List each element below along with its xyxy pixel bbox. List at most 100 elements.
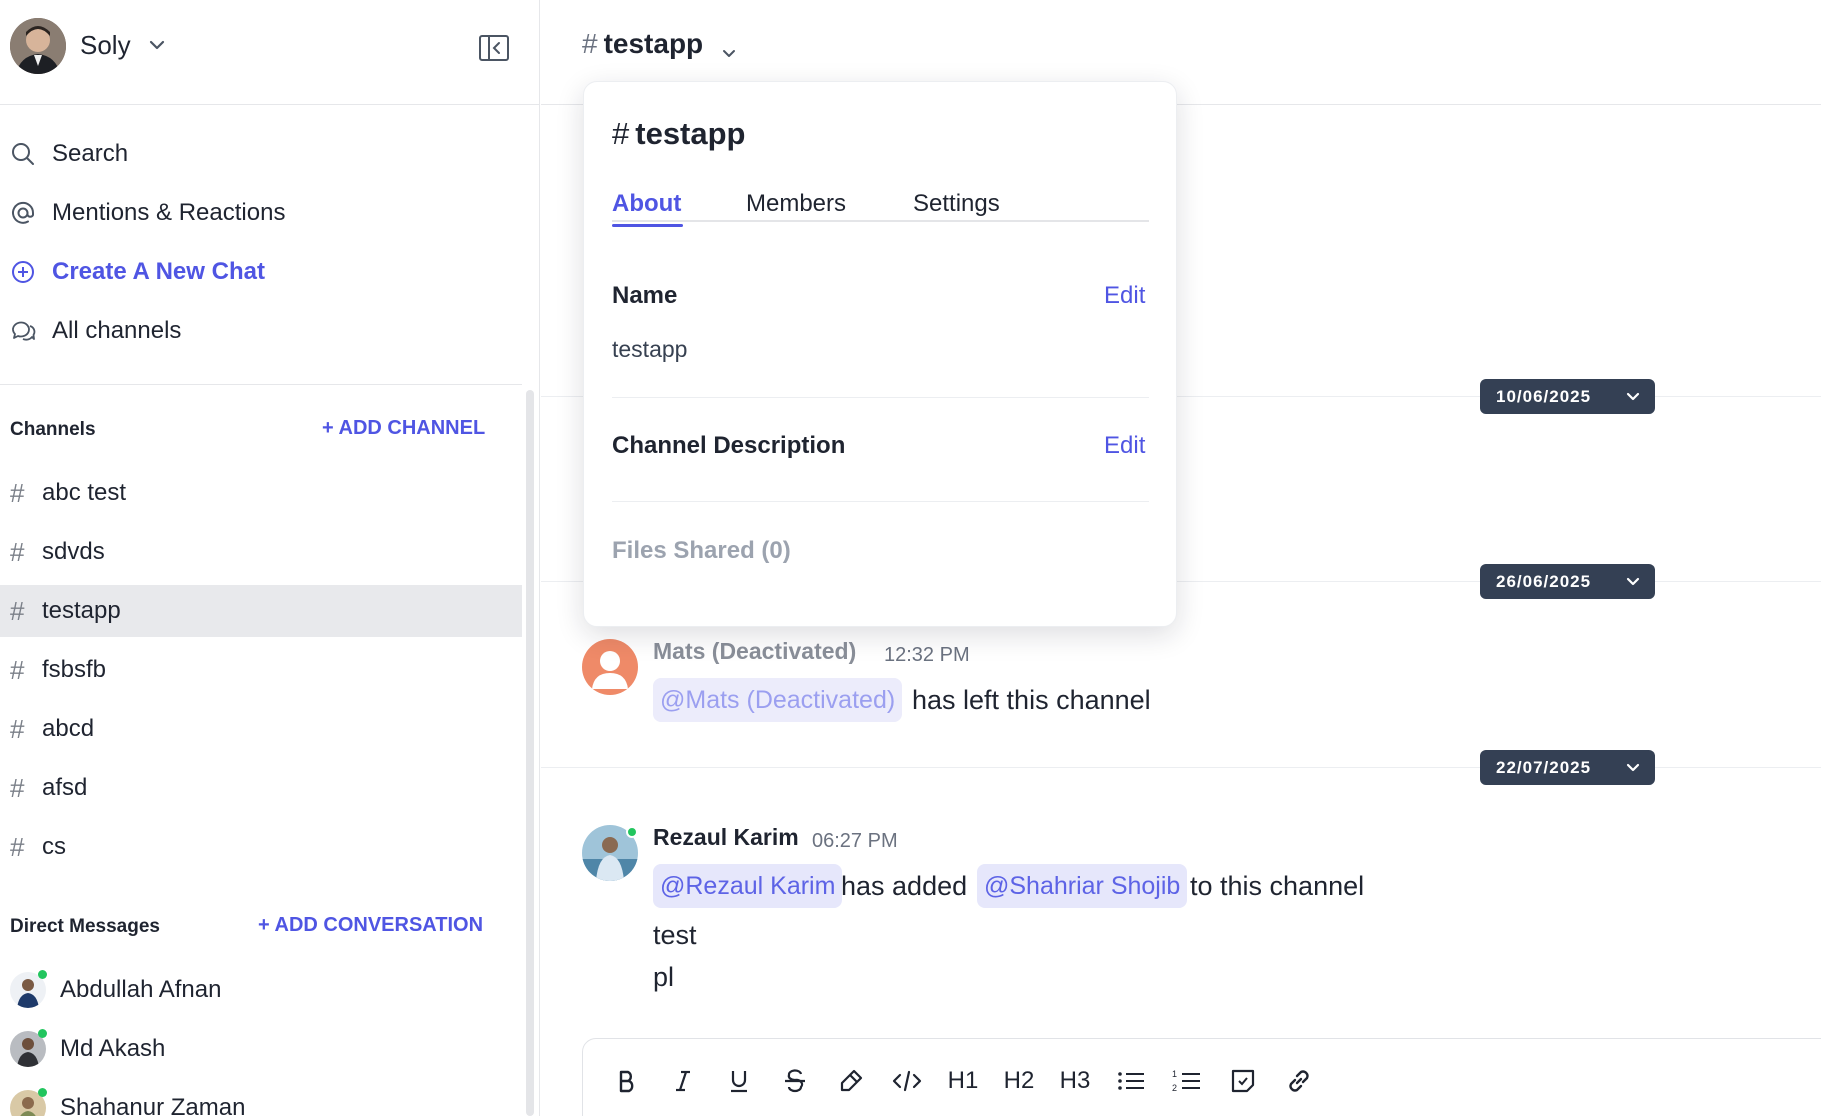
nav-search[interactable]: Search (0, 128, 520, 178)
message-author[interactable]: Rezaul Karim (653, 824, 799, 851)
online-indicator (38, 1088, 47, 1097)
numbered-list-icon: 12 (1172, 1069, 1200, 1093)
strikethrough-button[interactable] (775, 1061, 815, 1101)
bullet-list-button[interactable] (1111, 1061, 1151, 1101)
bullet-list-icon (1118, 1072, 1144, 1090)
channel-title: testapp (603, 28, 704, 59)
sidebar-item-channel[interactable]: # sdvds (0, 526, 522, 578)
add-conversation-button[interactable]: + ADD CONVERSATION (258, 914, 483, 937)
channel-name: abcd (42, 715, 95, 742)
sidebar-item-dm[interactable]: Abdullah Afnan (0, 962, 522, 1018)
bold-button[interactable] (607, 1061, 647, 1101)
link-icon (1289, 1070, 1309, 1092)
italic-icon (676, 1070, 690, 1092)
date-label: 22/07/2025 (1496, 758, 1592, 777)
highlight-button[interactable] (831, 1061, 871, 1101)
avatar[interactable] (582, 639, 638, 695)
italic-button[interactable] (663, 1061, 703, 1101)
dm-name: Abdullah Afnan (60, 976, 222, 1003)
sidebar-item-dm[interactable]: Shahanur Zaman (0, 1080, 522, 1116)
user-switcher[interactable]: Soly (0, 0, 539, 105)
description-label: Channel Description (612, 432, 846, 459)
chevron-down-icon[interactable] (719, 44, 739, 64)
numbered-list-button[interactable]: 12 (1167, 1061, 1207, 1101)
message-text: has left this channel (912, 685, 1151, 715)
plus-circle-icon (12, 261, 34, 283)
name-value: testapp (612, 336, 688, 362)
tab-about[interactable]: About (612, 190, 681, 218)
date-pill[interactable]: 22/07/2025 (1480, 750, 1655, 785)
hash-icon: # (10, 537, 25, 567)
popover-title: # testapp (612, 116, 746, 152)
popover-tabs: About Members Settings (612, 190, 1149, 227)
tab-settings[interactable]: Settings (913, 190, 1000, 218)
sidebar-item-channel[interactable]: # fsbsfb (0, 644, 522, 696)
hash-icon: # (10, 596, 25, 626)
name-label: Name (612, 282, 678, 309)
link-button[interactable] (1279, 1061, 1319, 1101)
svg-text:1: 1 (1172, 1069, 1177, 1079)
message-time: 12:32 PM (884, 644, 970, 666)
nav-all-channels[interactable]: All channels (0, 305, 520, 355)
add-channel-button[interactable]: + ADD CHANNEL (322, 417, 485, 440)
hash-icon: # (10, 655, 25, 685)
message-author[interactable]: Mats (Deactivated) (653, 638, 856, 665)
heading-3-button[interactable]: H3 (1055, 1061, 1095, 1101)
message-text: to this channel (1190, 871, 1365, 901)
heading-2-label: H2 (1003, 1067, 1035, 1094)
user-mention[interactable]: @Mats (Deactivated) (653, 678, 903, 722)
files-shared-label[interactable]: Files Shared (0) (612, 537, 791, 565)
sidebar-item-dm[interactable]: Md Akash (0, 1021, 522, 1077)
user-avatar[interactable] (10, 18, 66, 74)
tab-members[interactable]: Members (746, 190, 846, 218)
sidebar-item-channel[interactable]: # cs (0, 821, 522, 873)
sidebar-scrollbar[interactable] (526, 390, 534, 1116)
popover-divider (612, 501, 1149, 502)
hash-icon: # (612, 116, 630, 151)
code-button[interactable] (887, 1061, 927, 1101)
edit-description-button[interactable]: Edit (1104, 432, 1145, 460)
highlighter-icon (840, 1069, 863, 1092)
chat-bubbles-icon (12, 321, 36, 341)
date-label: 26/06/2025 (1496, 572, 1592, 591)
search-icon (12, 143, 34, 165)
channel-title-button[interactable]: # testapp (582, 28, 703, 60)
date-pill[interactable]: 26/06/2025 (1480, 564, 1655, 599)
sidebar-item-channel[interactable]: # afsd (0, 762, 522, 814)
nav-create-chat[interactable]: Create A New Chat (0, 246, 520, 296)
underline-button[interactable] (719, 1061, 759, 1101)
blockquote-button[interactable] (1223, 1061, 1263, 1101)
collapse-sidebar-icon[interactable] (478, 34, 510, 62)
nav-create-chat-label: Create A New Chat (52, 258, 265, 285)
channel-info-popover: # testapp About Members Settings Name Edi… (583, 81, 1177, 627)
online-indicator (38, 970, 47, 979)
user-mention[interactable]: @Shahriar Shojib (977, 864, 1188, 908)
sidebar-item-channel-active[interactable]: # testapp (0, 585, 522, 637)
chevron-down-icon[interactable] (146, 34, 168, 56)
online-indicator (38, 1029, 47, 1038)
dm-name: Shahanur Zaman (60, 1094, 246, 1116)
chevron-down-icon (1626, 577, 1640, 586)
message-editor[interactable]: H1 H2 H3 12 (582, 1038, 1821, 1116)
user-mention[interactable]: @Rezaul Karim (653, 864, 843, 908)
sidebar-item-channel[interactable]: # abcd (0, 703, 522, 755)
date-pill[interactable]: 10/06/2025 (1480, 379, 1655, 414)
heading-1-label: H1 (947, 1067, 979, 1094)
chevron-down-icon (1626, 392, 1640, 401)
popover-divider (612, 397, 1149, 398)
heading-2-button[interactable]: H2 (999, 1061, 1039, 1101)
edit-name-button[interactable]: Edit (1104, 282, 1145, 310)
message-time: 06:27 PM (812, 830, 898, 852)
user-name[interactable]: Soly (80, 30, 131, 61)
bold-icon (619, 1070, 634, 1093)
channel-name: abc test (42, 479, 127, 506)
sidebar-item-channel[interactable]: # abc test (0, 467, 522, 519)
hash-icon: # (10, 832, 25, 862)
nav-mentions[interactable]: Mentions & Reactions (0, 187, 520, 237)
message-text: test (653, 920, 697, 950)
heading-1-button[interactable]: H1 (943, 1061, 983, 1101)
active-tab-indicator (612, 224, 683, 227)
popover-channel-name: testapp (635, 116, 746, 151)
hash-icon: # (10, 478, 25, 508)
chevron-down-icon (1626, 763, 1640, 772)
